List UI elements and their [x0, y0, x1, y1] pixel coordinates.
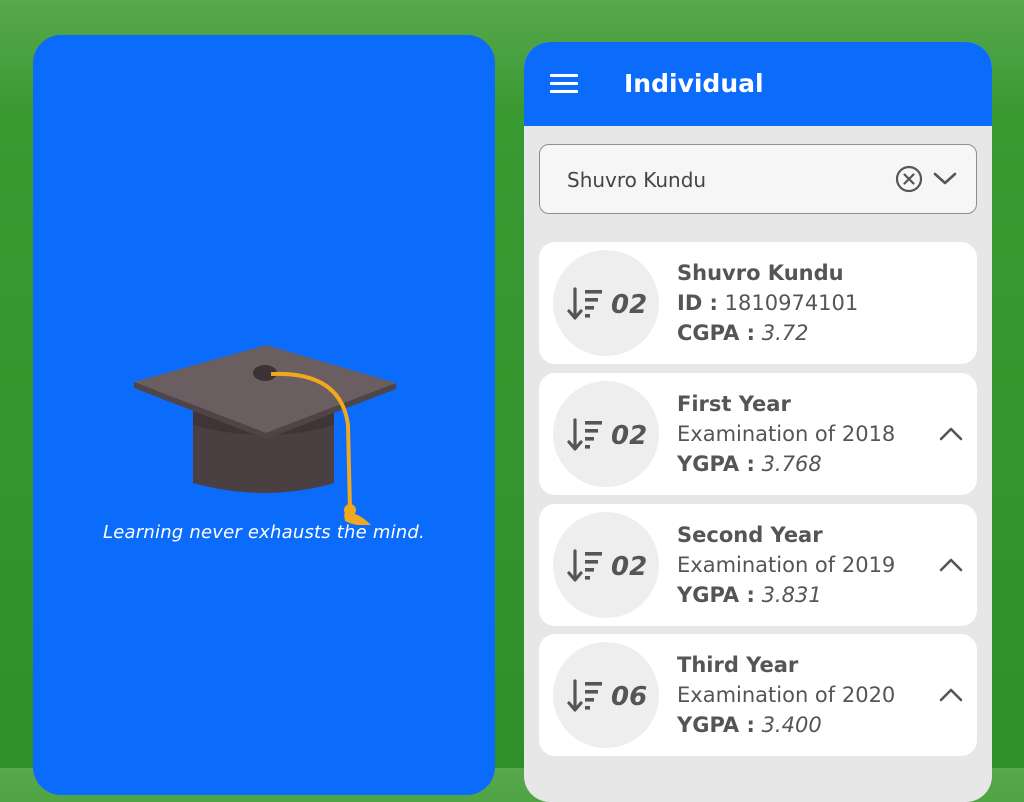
tagline-text: Learning never exhausts the mind. [103, 522, 425, 543]
chevron-up-icon[interactable] [939, 426, 963, 442]
cgpa-value: 3.72 [761, 321, 809, 345]
search-value[interactable]: Shuvro Kundu [567, 168, 706, 192]
badge-number: 02 [611, 290, 648, 320]
ygpa-value: 3.831 [761, 583, 822, 607]
year-subtitle: Examination of 2020 [677, 683, 896, 707]
page-title: Individual [624, 69, 764, 98]
year-title: Third Year [677, 653, 799, 677]
chevron-down-icon[interactable] [932, 170, 958, 188]
ygpa: YGPA : 3.400 [677, 713, 822, 737]
results-screen: Individual Shuvro Kundu 02 Shuvro Kundu … [524, 42, 992, 802]
ygpa: YGPA : 3.768 [677, 452, 822, 476]
student-id: ID : 1810974101 [677, 291, 858, 315]
app-bar: Individual [524, 42, 992, 126]
chevron-up-icon[interactable] [939, 557, 963, 573]
sort-descending-icon [567, 679, 605, 713]
student-name: Shuvro Kundu [677, 261, 844, 285]
student-search-dropdown[interactable]: Shuvro Kundu [539, 144, 977, 214]
badge-number: 06 [611, 682, 648, 712]
ygpa-value: 3.768 [761, 452, 822, 476]
year-subtitle: Examination of 2019 [677, 553, 896, 577]
badge-circle: 06 [553, 642, 659, 748]
sort-descending-icon [567, 287, 605, 321]
splash-screen: Learning never exhausts the mind. [33, 35, 495, 795]
ygpa-value: 3.400 [761, 713, 822, 737]
year-card[interactable]: 02 First Year Examination of 2018 YGPA :… [539, 373, 977, 495]
year-title: First Year [677, 392, 791, 416]
cgpa-label: CGPA : [677, 321, 756, 345]
graduation-cap-icon [131, 345, 401, 529]
cgpa: CGPA : 3.72 [677, 321, 809, 345]
year-title: Second Year [677, 523, 823, 547]
ygpa-label: YGPA : [677, 452, 755, 476]
sort-descending-icon [567, 549, 605, 583]
chevron-up-icon[interactable] [939, 687, 963, 703]
summary-card: 02 Shuvro Kundu ID : 1810974101 CGPA : 3… [539, 242, 977, 364]
badge-circle: 02 [553, 381, 659, 487]
badge-number: 02 [611, 421, 648, 451]
year-card[interactable]: 02 Second Year Examination of 2019 YGPA … [539, 504, 977, 626]
ygpa: YGPA : 3.831 [677, 583, 822, 607]
sort-descending-icon [567, 418, 605, 452]
badge-number: 02 [611, 552, 648, 582]
id-value: 1810974101 [724, 291, 859, 315]
id-label: ID : [677, 291, 718, 315]
badge-circle: 02 [553, 512, 659, 618]
year-card[interactable]: 06 Third Year Examination of 2020 YGPA :… [539, 634, 977, 756]
ygpa-label: YGPA : [677, 713, 755, 737]
badge-circle: 02 [553, 250, 659, 356]
clear-circle-icon[interactable] [895, 165, 923, 193]
ygpa-label: YGPA : [677, 583, 755, 607]
year-subtitle: Examination of 2018 [677, 422, 896, 446]
hamburger-menu-icon[interactable] [550, 74, 578, 96]
